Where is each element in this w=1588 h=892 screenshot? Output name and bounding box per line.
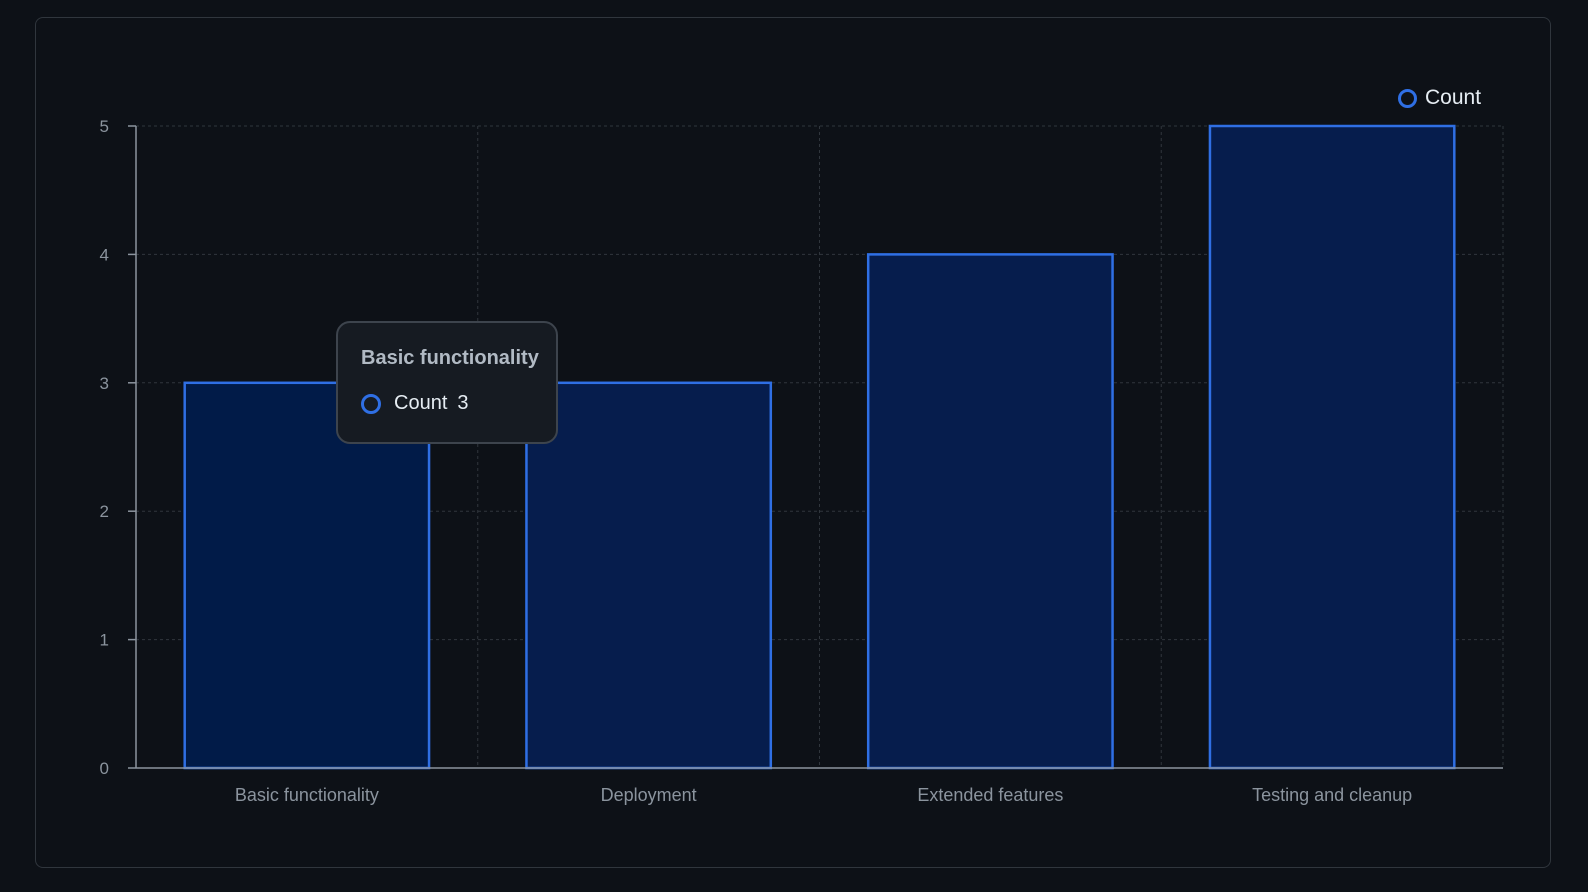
tooltip-series-name: Count [394, 392, 448, 414]
tooltip-row: Count 3 [361, 392, 556, 415]
bar-extended-features[interactable] [866, 253, 1114, 770]
x-tick-label: Deployment [601, 785, 697, 805]
bar-chart: 0 1 2 3 4 5 Basic functionality Deployment Exten… [100, 117, 1504, 805]
tooltip-title: Basic functionality [361, 347, 539, 369]
bar-testing-and-cleanup[interactable] [1208, 124, 1456, 770]
x-tick-label: Extended features [917, 785, 1063, 805]
y-tick-label: 3 [100, 374, 109, 393]
y-tick-label: 2 [100, 502, 109, 521]
x-tick-label: Testing and cleanup [1252, 785, 1412, 805]
y-tick-label: 1 [100, 631, 109, 650]
legend-marker-icon [1398, 88, 1417, 108]
y-tick-label: 5 [100, 117, 109, 136]
y-tick-label: 4 [100, 245, 109, 264]
legend[interactable]: Count [1398, 86, 1481, 110]
bar-deployment[interactable] [525, 381, 773, 770]
tooltip: Basic functionality Count 3 [336, 321, 558, 444]
legend-label: Count [1425, 86, 1482, 109]
tooltip-value: 3 [457, 392, 469, 414]
tooltip-marker-icon [361, 393, 381, 414]
x-tick-label: Basic functionality [235, 785, 379, 805]
y-tick-label: 0 [100, 759, 109, 778]
